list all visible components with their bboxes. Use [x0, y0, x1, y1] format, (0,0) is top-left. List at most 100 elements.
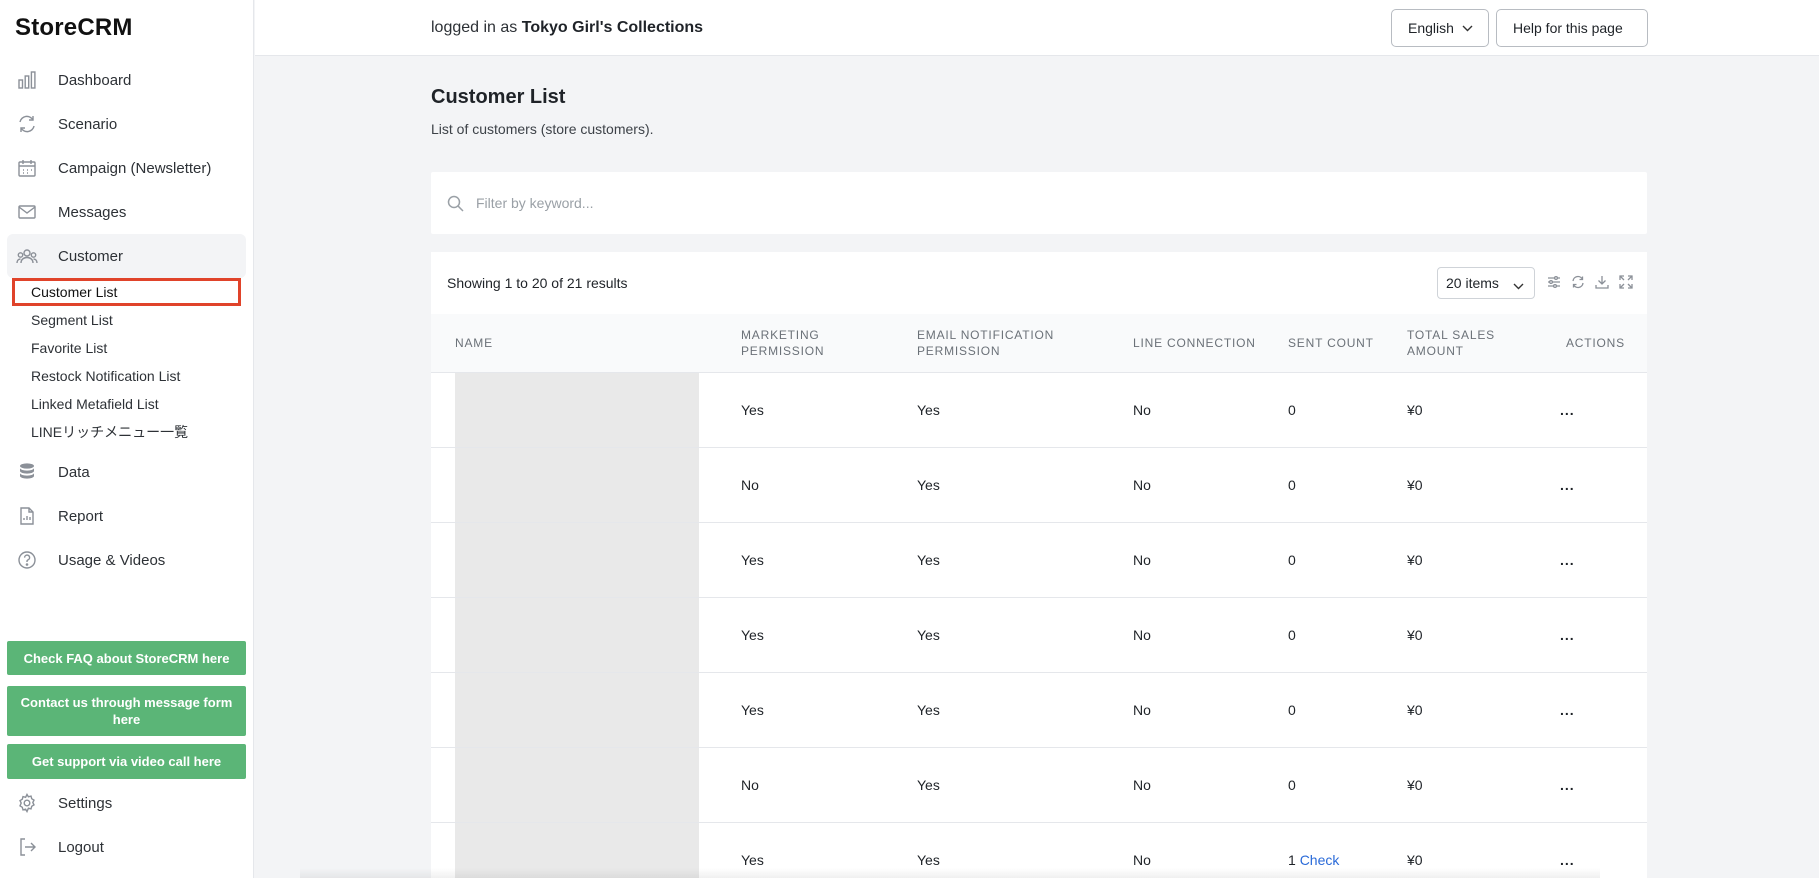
- email-permission-cell: Yes: [893, 747, 1109, 823]
- marketing-permission-cell: No: [717, 747, 893, 823]
- subnav-restock-notification-list[interactable]: Restock Notification List: [7, 362, 246, 390]
- sidebar-item-dashboard[interactable]: Dashboard: [7, 58, 246, 102]
- page-title: Customer List: [431, 86, 566, 108]
- sidebar-item-label: Messages: [58, 203, 127, 221]
- redacted-name-placeholder: [455, 747, 699, 822]
- sidebar-item-logout[interactable]: Logout: [7, 825, 246, 869]
- col-header-actions: ACTIONS: [1542, 314, 1647, 373]
- language-label: English: [1408, 20, 1454, 36]
- sidebar-item-label: Scenario: [58, 115, 118, 133]
- row-actions-button[interactable]: ...: [1542, 597, 1647, 673]
- table-header-row: NAME MARKETING PERMISSION EMAIL NOTIFICA…: [431, 314, 1647, 373]
- table-row[interactable]: Yes Yes No 0 ¥0 ...: [431, 522, 1647, 598]
- sidebar-item-customer[interactable]: Customer: [7, 234, 246, 278]
- col-header-marketing-permission[interactable]: MARKETING PERMISSION: [717, 314, 893, 373]
- col-header-sent-count[interactable]: SENT COUNT: [1264, 314, 1383, 373]
- marketing-permission-cell: Yes: [717, 372, 893, 448]
- sent-check-link[interactable]: Check: [1300, 852, 1340, 868]
- sidebar-item-label: Customer: [58, 247, 124, 265]
- col-header-line-connection[interactable]: LINE CONNECTION: [1109, 314, 1264, 373]
- row-actions-button[interactable]: ...: [1542, 447, 1647, 523]
- line-connection-cell: No: [1109, 747, 1264, 823]
- redacted-name-placeholder: [455, 597, 699, 672]
- row-actions-button[interactable]: ...: [1542, 372, 1647, 448]
- sent-count-value: 0: [1288, 701, 1296, 718]
- page-subtitle: List of customers (store customers).: [431, 121, 654, 137]
- subnav-line-rich-menu-list[interactable]: LINEリッチメニュー一覧: [7, 418, 246, 446]
- faq-button[interactable]: Check FAQ about StoreCRM here: [7, 641, 246, 675]
- contact-form-button[interactable]: Contact us through message form here: [7, 686, 246, 736]
- sidebar-item-messages[interactable]: Messages: [7, 190, 246, 234]
- col-header-total-sales[interactable]: TOTAL SALES AMOUNT: [1383, 314, 1542, 373]
- results-count: Showing 1 to 20 of 21 results: [447, 275, 628, 291]
- sent-count-value: 0: [1288, 776, 1296, 793]
- subnav-customer-list[interactable]: Customer List: [12, 278, 241, 306]
- subnav-linked-metafield-list[interactable]: Linked Metafield List: [7, 390, 246, 418]
- sent-count-value: 0: [1288, 551, 1296, 568]
- col-header-email-permission[interactable]: EMAIL NOTIFICATION PERMISSION: [893, 314, 1109, 373]
- customer-name-cell[interactable]: [431, 747, 717, 823]
- subnav-favorite-list[interactable]: Favorite List: [7, 334, 246, 362]
- customer-name-cell[interactable]: [431, 447, 717, 523]
- sidebar-item-data[interactable]: Data: [7, 450, 246, 494]
- table-row[interactable]: No Yes No 0 ¥0 ...: [431, 447, 1647, 523]
- table-row[interactable]: Yes Yes No 0 ¥0 ...: [431, 672, 1647, 748]
- line-connection-cell: No: [1109, 597, 1264, 673]
- customer-name-cell[interactable]: [431, 372, 717, 448]
- sent-count-value: 0: [1288, 626, 1296, 643]
- chevron-down-icon: [1513, 277, 1524, 293]
- sent-count-cell: 0: [1264, 372, 1383, 448]
- col-header-name[interactable]: NAME: [431, 314, 717, 373]
- sidebar-item-label: Logout: [58, 838, 104, 856]
- email-permission-cell: Yes: [893, 597, 1109, 673]
- total-sales-cell: ¥0: [1383, 597, 1542, 673]
- table-row[interactable]: Yes Yes No 0 ¥0 ...: [431, 372, 1647, 448]
- sent-count-value: 1: [1288, 851, 1296, 868]
- sidebar-item-label: Settings: [58, 794, 113, 812]
- total-sales-cell: ¥0: [1383, 522, 1542, 598]
- customer-name-cell[interactable]: [431, 522, 717, 598]
- app-logo[interactable]: StoreCRM: [15, 14, 133, 42]
- marketing-permission-cell: Yes: [717, 672, 893, 748]
- search-input[interactable]: [476, 195, 1576, 211]
- store-name: Tokyo Girl's Collections: [521, 19, 704, 36]
- per-page-select[interactable]: 20 items: [1437, 267, 1535, 299]
- sidebar-item-settings[interactable]: Settings: [7, 781, 246, 825]
- logged-in-status: logged in as Tokyo Girl's Collections: [431, 19, 703, 37]
- sidebar-item-report[interactable]: Report: [7, 494, 246, 538]
- mail-icon: [15, 200, 39, 224]
- line-connection-cell: No: [1109, 372, 1264, 448]
- email-permission-cell: Yes: [893, 672, 1109, 748]
- subnav-segment-list[interactable]: Segment List: [7, 306, 246, 334]
- marketing-permission-cell: Yes: [717, 597, 893, 673]
- fullscreen-icon[interactable]: [1619, 275, 1633, 289]
- refresh-icon[interactable]: [1571, 275, 1585, 289]
- customer-name-cell[interactable]: [431, 672, 717, 748]
- bar-chart-icon: [15, 68, 39, 92]
- sidebar-item-usage-videos[interactable]: Usage & Videos: [7, 538, 246, 582]
- gear-icon: [15, 791, 39, 815]
- table-row[interactable]: No Yes No 0 ¥0 ...: [431, 747, 1647, 823]
- video-call-support-button[interactable]: Get support via video call here: [7, 744, 246, 779]
- document-icon: [15, 504, 39, 528]
- refresh-icon: [15, 112, 39, 136]
- customer-name-cell[interactable]: [431, 597, 717, 673]
- email-permission-cell: Yes: [893, 372, 1109, 448]
- filter-settings-icon[interactable]: [1547, 275, 1561, 289]
- row-actions-button[interactable]: ...: [1542, 672, 1647, 748]
- search-bar: [431, 172, 1647, 234]
- row-actions-button[interactable]: ...: [1542, 522, 1647, 598]
- email-permission-cell: Yes: [893, 447, 1109, 523]
- download-icon[interactable]: [1595, 275, 1609, 289]
- table-row[interactable]: Yes Yes No 0 ¥0 ...: [431, 597, 1647, 673]
- marketing-permission-cell: Yes: [717, 522, 893, 598]
- sidebar-item-scenario[interactable]: Scenario: [7, 102, 246, 146]
- sidebar-item-campaign[interactable]: Campaign (Newsletter): [7, 146, 246, 190]
- calendar-icon: [15, 156, 39, 180]
- language-select[interactable]: English: [1391, 9, 1489, 47]
- redacted-name-placeholder: [455, 372, 699, 447]
- sidebar-item-label: Dashboard: [58, 71, 132, 89]
- help-button[interactable]: Help for this page: [1496, 9, 1648, 47]
- sent-count-cell: 0: [1264, 597, 1383, 673]
- row-actions-button[interactable]: ...: [1542, 747, 1647, 823]
